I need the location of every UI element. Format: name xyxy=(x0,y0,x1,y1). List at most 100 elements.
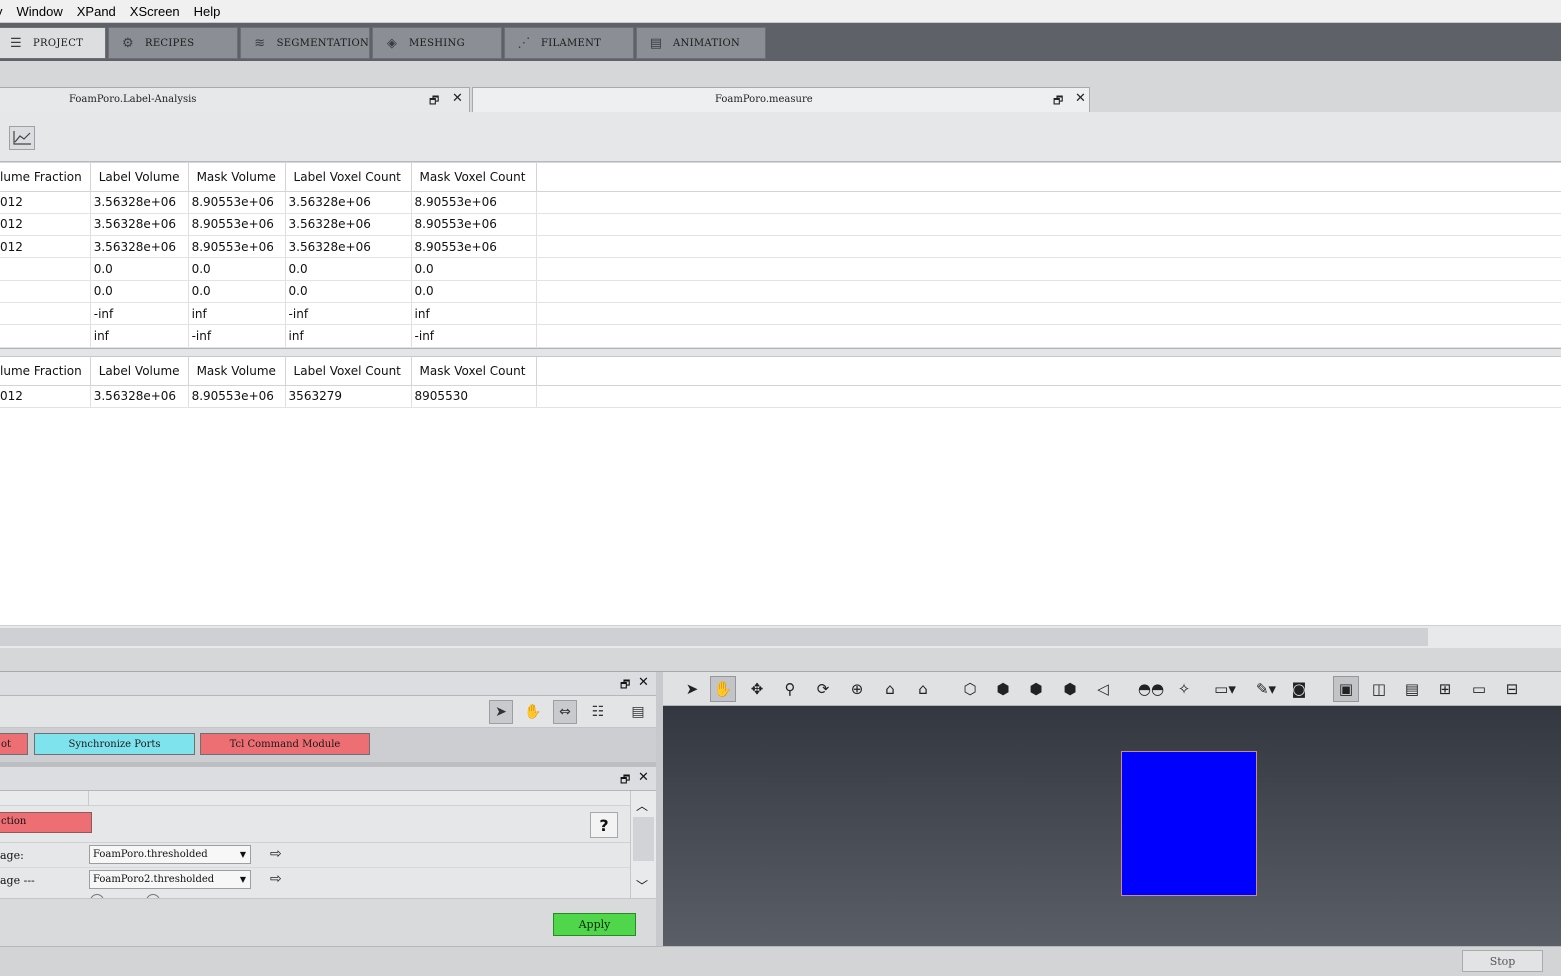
table-cell[interactable]: 8905530 xyxy=(411,385,537,408)
col-header-label-voxel-count[interactable]: Label Voxel Count xyxy=(285,163,412,192)
table-cell[interactable]: 8.90553e+06 xyxy=(188,385,286,408)
table-cell[interactable] xyxy=(0,302,91,326)
table-cell[interactable] xyxy=(0,257,91,281)
table-cell[interactable] xyxy=(0,324,91,348)
select-pointer-button[interactable]: ➤ xyxy=(489,700,513,724)
menu-view-truncated[interactable]: y xyxy=(0,0,10,23)
view-xy-button[interactable]: ⬢ xyxy=(990,676,1016,702)
table-cell[interactable]: 3.56328e+06 xyxy=(90,213,189,237)
table-cell[interactable]: 012 xyxy=(0,385,91,408)
layout-two-columns-button[interactable]: ◫ xyxy=(1366,676,1392,702)
menu-window[interactable]: Window xyxy=(10,0,70,23)
table-cell[interactable]: inf xyxy=(188,302,286,326)
table-cell[interactable]: 012 xyxy=(0,213,91,237)
table-cell[interactable]: 3.56328e+06 xyxy=(90,235,189,259)
table-cell[interactable]: 3.56328e+06 xyxy=(285,213,412,237)
table-cell[interactable]: 8.90553e+06 xyxy=(188,191,286,214)
graph-view-button[interactable]: ⇔ xyxy=(553,700,577,724)
port-select-combo[interactable]: FoamPoro.thresholded ▼ xyxy=(89,845,251,864)
snapshot-button[interactable]: ◙ xyxy=(1286,676,1312,702)
table-cell[interactable] xyxy=(0,280,91,303)
trackball-mode-button[interactable]: ✋ xyxy=(710,676,736,702)
menu-help[interactable]: Help xyxy=(187,0,228,23)
scrollbar-thumb[interactable] xyxy=(0,628,1428,646)
scrollbar-thumb[interactable] xyxy=(633,817,654,861)
layout-single-button[interactable]: ▣ xyxy=(1333,676,1359,702)
table-cell[interactable]: inf xyxy=(90,324,189,348)
float-window-icon[interactable]: 🗗 xyxy=(620,676,630,695)
close-icon[interactable]: ✕ xyxy=(1075,91,1086,106)
arrow-right-icon[interactable]: ⇨ xyxy=(270,871,282,887)
arrow-right-icon[interactable]: ⇨ xyxy=(270,846,282,862)
table-cell[interactable]: -inf xyxy=(188,324,286,348)
col-header-mask-voxel-count[interactable]: Mask Voxel Count xyxy=(411,163,537,192)
close-icon[interactable]: ✕ xyxy=(452,91,463,106)
table-cell[interactable]: 012 xyxy=(0,235,91,259)
float-window-icon[interactable]: 🗗 xyxy=(620,771,630,790)
tab-recipes[interactable]: ⚙ RECIPES xyxy=(108,27,238,59)
float-window-icon[interactable]: 🗗 xyxy=(429,92,439,111)
col-header-label-voxel-count[interactable]: Label Voxel Count xyxy=(285,357,412,386)
measure-button[interactable]: ▭▾ xyxy=(1208,676,1242,702)
list-view-button[interactable]: ▤ xyxy=(626,700,650,724)
view-yz-button[interactable]: ⬢ xyxy=(1057,676,1083,702)
table-cell[interactable]: 012 xyxy=(0,191,91,214)
table-cell[interactable]: -inf xyxy=(285,302,412,326)
table-cell[interactable]: 3563279 xyxy=(285,385,412,408)
col-header-mask-volume[interactable]: Mask Volume xyxy=(188,357,286,386)
interact-mode-button[interactable]: ➤ xyxy=(679,676,705,702)
table-cell[interactable]: inf xyxy=(411,302,537,326)
chevron-up-icon[interactable]: ︿ xyxy=(636,797,648,814)
float-window-icon[interactable]: 🗗 xyxy=(1053,92,1063,111)
layout-four-button[interactable]: ⊞ xyxy=(1432,676,1458,702)
col-header-volume-fraction[interactable]: lume Fraction xyxy=(0,163,91,192)
tab-animation[interactable]: ▤ ANIMATION xyxy=(636,27,766,59)
table-cell[interactable]: 8.90553e+06 xyxy=(411,235,537,259)
close-icon[interactable]: ✕ xyxy=(638,770,649,785)
doc-tab-measure[interactable]: FoamPoro.measure 🗗 ✕ xyxy=(472,87,1090,112)
table-cell[interactable]: 8.90553e+06 xyxy=(188,235,286,259)
col-header-label-volume[interactable]: Label Volume xyxy=(90,163,189,192)
layout-two-rows-button[interactable]: ▤ xyxy=(1399,676,1425,702)
doc-tab-label-analysis[interactable]: FoamPoro.Label-Analysis 🗗 ✕ xyxy=(0,87,470,112)
table-cell[interactable]: -inf xyxy=(90,302,189,326)
table-splitter[interactable] xyxy=(0,348,1561,357)
rotate-camera-button[interactable]: ◁ xyxy=(1090,676,1116,702)
table-cell[interactable]: 0.0 xyxy=(188,280,286,303)
pick-button[interactable]: ✧ xyxy=(1171,676,1197,702)
home-button[interactable]: ⌂ xyxy=(877,676,903,702)
annotate-button[interactable]: ✎▾ xyxy=(1251,676,1281,702)
col-header-volume-fraction[interactable]: lume Fraction xyxy=(0,357,91,386)
table-cell[interactable]: 0.0 xyxy=(411,257,537,281)
table-cell[interactable]: 8.90553e+06 xyxy=(411,213,537,237)
table-cell[interactable]: 3.56328e+06 xyxy=(285,235,412,259)
set-home-button[interactable]: ⌂ xyxy=(910,676,936,702)
table-cell[interactable]: 3.56328e+06 xyxy=(90,191,189,214)
col-header-mask-voxel-count[interactable]: Mask Voxel Count xyxy=(411,357,537,386)
view-xz-button[interactable]: ⬢ xyxy=(1023,676,1049,702)
table-cell[interactable]: 3.56328e+06 xyxy=(90,385,189,408)
tab-project[interactable]: ☰ PROJECT xyxy=(0,27,106,59)
close-icon[interactable]: ✕ xyxy=(638,675,649,690)
translate-button[interactable]: ✥ xyxy=(744,676,770,702)
table-cell[interactable]: 0.0 xyxy=(188,257,286,281)
chevron-down-icon[interactable]: ﹀ xyxy=(636,877,648,894)
plot-chart-button[interactable] xyxy=(9,126,35,150)
stop-button[interactable]: Stop xyxy=(1462,950,1543,972)
module-tcl-command[interactable]: Tcl Command Module xyxy=(200,733,370,755)
table-cell[interactable]: 8.90553e+06 xyxy=(188,213,286,237)
tree-view-button[interactable]: ☷ xyxy=(586,700,610,724)
tab-segmentation[interactable]: ≋ SEGMENTATION xyxy=(240,27,370,59)
rotate-button[interactable]: ⟳ xyxy=(810,676,836,702)
col-header-mask-volume[interactable]: Mask Volume xyxy=(188,163,286,192)
tab-meshing[interactable]: ◈ MESHING xyxy=(372,27,502,59)
menu-xscreen[interactable]: XScreen xyxy=(123,0,187,23)
table-cell[interactable]: 8.90553e+06 xyxy=(411,191,537,214)
table-cell[interactable]: -inf xyxy=(411,324,537,348)
view-all-button[interactable]: ⬡ xyxy=(957,676,983,702)
table-cell[interactable]: 0.0 xyxy=(285,280,412,303)
menu-xpand[interactable]: XPand xyxy=(70,0,123,23)
stereo-button[interactable]: ◓◓ xyxy=(1138,676,1164,702)
table-cell[interactable]: 0.0 xyxy=(90,257,189,281)
module-truncated[interactable]: ot xyxy=(0,733,28,755)
